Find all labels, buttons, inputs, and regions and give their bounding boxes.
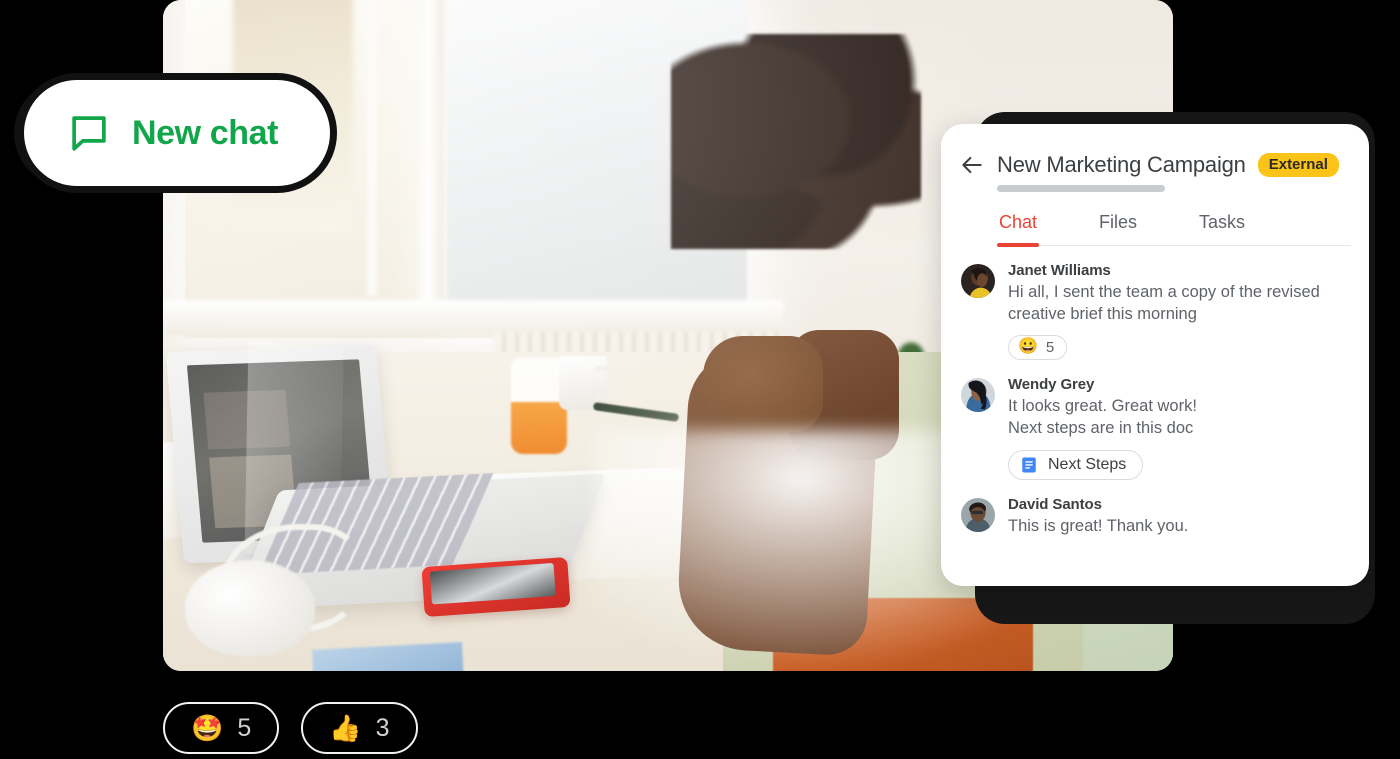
headphones-decor: [185, 560, 315, 656]
google-docs-icon: [1022, 457, 1036, 473]
tab-chat[interactable]: Chat: [996, 212, 1040, 247]
bottom-reaction-bar: 🤩 5 👍 3: [163, 702, 418, 754]
message-author: Janet Williams: [1008, 262, 1111, 279]
status-badge: External: [1257, 153, 1339, 177]
new-chat-button[interactable]: New chat: [24, 80, 330, 186]
subtitle-placeholder-bar: [997, 185, 1165, 192]
panel-tabs: Chat Files Tasks: [996, 212, 1351, 247]
chat-panel-header: New Marketing Campaign External Chat Fil…: [941, 124, 1369, 247]
message-item: David Santos This is great! Thank you.: [961, 496, 1351, 537]
avatar-janet[interactable]: [961, 264, 995, 298]
message-author: David Santos: [1008, 496, 1102, 514]
message-author: Wendy Grey: [1008, 375, 1095, 393]
message-text: This is great! Thank you.: [1008, 517, 1189, 536]
chat-bubble-icon: [72, 116, 106, 151]
attachment-chip-next-steps[interactable]: Next Steps: [1008, 450, 1144, 481]
reaction-count: 5: [1045, 338, 1055, 356]
new-chat-label: New chat: [132, 113, 279, 152]
reaction-count: 3: [375, 713, 390, 742]
message-text: Hi all, I sent the team a copy of the re…: [1008, 283, 1320, 324]
thumbs-up-emoji: 👍: [329, 713, 362, 743]
attachment-label: Next Steps: [1048, 456, 1127, 474]
message-item: Janet Williams Hi all, I sent the team a…: [961, 262, 1351, 360]
avatar-image: [961, 498, 995, 533]
message-item: Wendy Grey It looks great. Great work! N…: [961, 376, 1351, 481]
reaction-chip-star-struck[interactable]: 🤩 5: [163, 702, 280, 754]
reaction-count: 5: [237, 713, 252, 742]
tab-tasks[interactable]: Tasks: [1199, 212, 1245, 245]
grinning-face-emoji: 😀: [1018, 338, 1038, 356]
back-arrow-icon[interactable]: [959, 152, 985, 178]
message-list: Janet Williams Hi all, I sent the team a…: [941, 246, 1369, 563]
avatar-image: [961, 377, 995, 412]
star-struck-emoji: 🤩: [191, 713, 224, 743]
page-title: New Marketing Campaign: [997, 152, 1246, 177]
avatar-image: [961, 264, 995, 298]
message-text: It looks great. Great work! Next steps a…: [1008, 396, 1197, 437]
reaction-chip-thumbs-up[interactable]: 👍 3: [301, 702, 418, 754]
chat-panel: New Marketing Campaign External Chat Fil…: [941, 124, 1369, 586]
phone-decor: [421, 556, 571, 618]
tab-files[interactable]: Files: [1099, 212, 1137, 245]
avatar-david[interactable]: [961, 498, 995, 533]
avatar-wendy[interactable]: [961, 377, 995, 412]
reaction-pill[interactable]: 😀 5: [1008, 334, 1068, 360]
showcase-stage: New chat New Marketing Campaign External…: [0, 0, 1400, 759]
